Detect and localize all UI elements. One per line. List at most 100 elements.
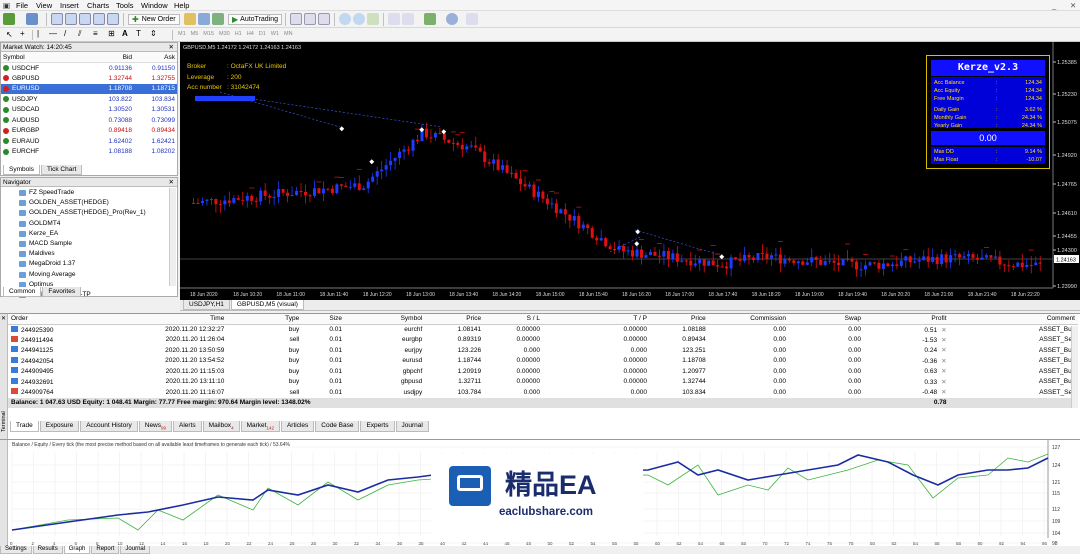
trade-row[interactable]: 244925390 2020.11.20 12:32:27 buy 0.01 eurch…	[8, 324, 1078, 335]
terminal-tab[interactable]: Journal	[395, 421, 429, 432]
market-watch-row[interactable]: AUDUSD 0.73088 0.73099	[1, 115, 177, 126]
trade-row[interactable]: 244911494 2020.11.20 11:26:04 sell 0.01 eurg…	[8, 335, 1078, 346]
tf-m1[interactable]: M1	[178, 31, 186, 37]
market-watch-row[interactable]: USDJPY 103.822 103.834	[1, 94, 177, 105]
close-order-icon[interactable]: ✕	[941, 379, 946, 386]
new-chart-icon[interactable]	[3, 13, 15, 25]
market-watch-row[interactable]: USDCHF 0.91136 0.91150	[1, 63, 177, 74]
terminal-scrollbar[interactable]	[1071, 326, 1078, 408]
navigator-icon[interactable]	[79, 13, 91, 25]
arrows-tool-icon[interactable]: ⇕	[150, 29, 157, 38]
tf-w1[interactable]: W1	[271, 31, 279, 37]
terminal-tab[interactable]: Market142	[240, 421, 280, 432]
tf-mn[interactable]: MN	[284, 31, 293, 37]
label-tool-icon[interactable]: T	[136, 29, 141, 38]
profiles-icon[interactable]	[26, 13, 38, 25]
chart-window[interactable]: 1.25385 1.25230 1.25075 1.24920 1.24765 1.246…	[180, 42, 1080, 300]
tab-common[interactable]: Common	[3, 287, 42, 297]
navigator-item[interactable]: Kerze_EA	[1, 229, 177, 239]
candlestick-icon[interactable]	[304, 13, 316, 25]
tab-usdjpy-h1[interactable]: USDJPY,H1	[183, 300, 230, 310]
navigator-scrollbar[interactable]	[169, 188, 176, 286]
navigator-item[interactable]: Moving Average	[1, 270, 177, 280]
tester-tab[interactable]: Journal	[120, 546, 151, 554]
market-watch-row[interactable]: USDCAD 1.30520 1.30531	[1, 105, 177, 116]
trade-col-header[interactable]: Swap	[789, 314, 864, 325]
close-icon[interactable]: ✕	[1070, 1, 1076, 10]
new-order-button[interactable]: ✚ New Order	[128, 14, 180, 25]
market-watch-row[interactable]: EURGBP 0.89418 0.89434	[1, 126, 177, 137]
trade-col-header[interactable]: Commission	[708, 314, 790, 325]
menu-view[interactable]: View	[36, 1, 52, 10]
trade-row[interactable]: 244909764 2020.11.20 11:16:07 sell 0.01 usdj…	[8, 387, 1078, 398]
col-bid[interactable]: Bid	[91, 52, 134, 63]
market-watch-row[interactable]: EURUSD 1.18708 1.18715	[1, 83, 177, 94]
data-window-icon[interactable]	[65, 13, 77, 25]
gann-icon[interactable]: ⊞	[108, 29, 115, 38]
tester-tab[interactable]: Settings	[0, 546, 32, 554]
close-order-icon[interactable]: ✕	[941, 368, 946, 375]
tf-h1[interactable]: H1	[235, 31, 242, 37]
trade-col-header[interactable]: Symbol	[345, 314, 426, 325]
col-symbol[interactable]: Symbol	[1, 52, 91, 63]
cursor-icon[interactable]: ↖	[6, 30, 13, 39]
metaeditor-icon[interactable]	[184, 13, 196, 25]
navigator-item[interactable]: MegaDroid 1.37	[1, 259, 177, 269]
tester-tab[interactable]: Report	[91, 546, 120, 554]
trade-col-header[interactable]: Size	[302, 314, 346, 325]
text-tool-icon[interactable]: A	[122, 29, 128, 38]
tester-tab[interactable]: Graph	[63, 546, 91, 554]
templates-icon[interactable]	[466, 13, 478, 25]
market-watch-row[interactable]: EURAUD 1.62402 1.62421	[1, 136, 177, 147]
fibonacci-icon[interactable]: ≡	[93, 29, 98, 38]
menu-insert[interactable]: Insert	[60, 1, 79, 10]
navigator-item[interactable]: FZ SpeedTrade	[1, 188, 177, 198]
crosshair-icon[interactable]: +	[20, 29, 25, 38]
tab-tick-chart[interactable]: Tick Chart	[40, 165, 83, 175]
menu-charts[interactable]: Charts	[87, 1, 109, 10]
navigator-item[interactable]: GOLDEN_ASSET(HEDGE)	[1, 198, 177, 208]
terminal-icon[interactable]	[93, 13, 105, 25]
terminal-tab[interactable]: Mailbox4	[202, 421, 240, 432]
close-navigator-icon[interactable]: ✕	[169, 178, 174, 186]
navigator-item[interactable]: Maldives	[1, 249, 177, 259]
tf-m30[interactable]: M30	[219, 31, 230, 37]
trade-col-header[interactable]: Profit	[863, 314, 950, 325]
zoom-in-icon[interactable]	[339, 13, 351, 25]
terminal-tab[interactable]: News99	[138, 421, 173, 432]
trade-col-header[interactable]: Price	[649, 314, 709, 325]
close-order-icon[interactable]: ✕	[941, 327, 946, 334]
chart-shift-icon[interactable]	[402, 13, 414, 25]
market-watch-row[interactable]: EURCHF 1.08188 1.08202	[1, 147, 177, 158]
signals-icon[interactable]	[198, 13, 210, 25]
close-order-icon[interactable]: ✕	[941, 347, 946, 354]
trade-row[interactable]: 244909495 2020.11.20 11:15:03 buy 0.01 gbpch…	[8, 366, 1078, 377]
terminal-tab[interactable]: Account History	[80, 421, 138, 432]
close-market-watch-icon[interactable]: ✕	[169, 43, 174, 51]
close-order-icon[interactable]: ✕	[941, 337, 946, 344]
tab-symbols[interactable]: Symbols	[3, 165, 40, 175]
autotrading-button[interactable]: ▶ AutoTrading	[228, 14, 283, 25]
channel-icon[interactable]: ⫽	[78, 29, 82, 39]
trade-row[interactable]: 244941125 2020.11.20 13:50:59 buy 0.01 eurjp…	[8, 345, 1078, 356]
bar-chart-icon[interactable]	[290, 13, 302, 25]
trade-col-header[interactable]: Price	[425, 314, 485, 325]
tf-d1[interactable]: D1	[259, 31, 266, 37]
zoom-out-icon[interactable]	[353, 13, 365, 25]
market-watch-row[interactable]: GBPUSD 1.32744 1.32755	[1, 73, 177, 84]
trade-col-header[interactable]: T / P	[542, 314, 650, 325]
minimize-icon[interactable]: _	[1052, 1, 1056, 10]
terminal-tab[interactable]: Exposure	[39, 421, 80, 432]
navigator-item[interactable]: MACD Sample	[1, 239, 177, 249]
tester-icon[interactable]	[107, 13, 119, 25]
vertical-line-icon[interactable]: |	[37, 29, 39, 38]
menu-file[interactable]: File	[16, 1, 28, 10]
tf-m15[interactable]: M15	[203, 31, 214, 37]
close-terminal-icon[interactable]: ✕	[1, 315, 6, 322]
horizontal-line-icon[interactable]: —	[49, 29, 57, 38]
autoscroll-icon[interactable]	[388, 13, 400, 25]
trade-col-header[interactable]: Comment	[949, 314, 1078, 325]
tester-tab[interactable]: Results	[32, 546, 63, 554]
menu-help[interactable]: Help	[174, 1, 189, 10]
market-icon[interactable]	[212, 13, 224, 25]
